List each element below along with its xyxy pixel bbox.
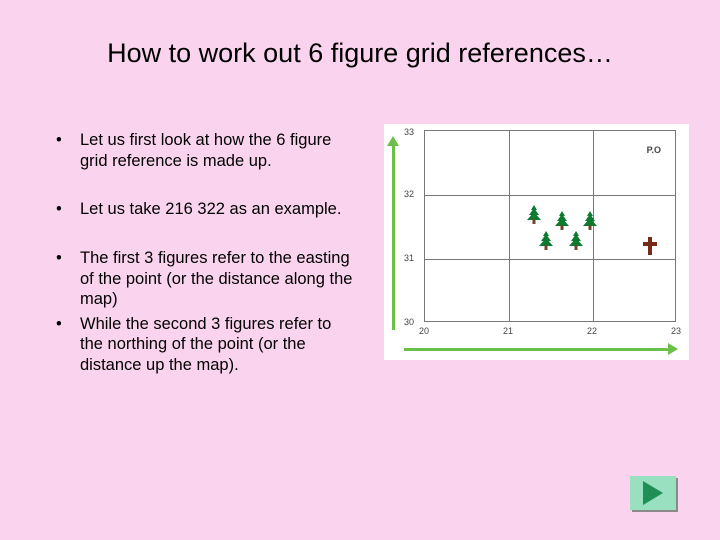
y-axis-label: 30 (404, 317, 414, 327)
y-axis-label: 32 (404, 189, 414, 199)
tree-icon (583, 211, 597, 231)
bullet-item: While the second 3 figures refer to the … (56, 314, 356, 376)
y-axis-label: 31 (404, 253, 414, 263)
tree-icon (527, 205, 541, 225)
y-axis-label: 33 (404, 127, 414, 137)
cross-icon (643, 237, 657, 255)
tree-icon (569, 231, 583, 251)
po-label: P.O (647, 145, 661, 155)
tree-icon (539, 231, 553, 251)
grid-figure: 33 32 31 30 20 21 22 23 P.O (384, 124, 689, 360)
next-button[interactable] (630, 476, 676, 510)
northing-arrow-icon (388, 136, 400, 330)
bullet-item: Let us first look at how the 6 figure gr… (56, 130, 356, 171)
bullet-list: Let us first look at how the 6 figure gr… (56, 130, 356, 404)
easting-arrow-icon (404, 344, 678, 356)
tree-icon (555, 211, 569, 231)
x-axis-label: 21 (503, 326, 513, 336)
map-grid: P.O (424, 130, 676, 322)
bullet-item: The first 3 figures refer to the easting… (56, 248, 356, 310)
page-title: How to work out 6 figure grid references… (0, 38, 720, 69)
x-axis-label: 23 (671, 326, 681, 336)
bullet-item: Let us take 216 322 as an example. (56, 199, 356, 220)
x-axis-label: 22 (587, 326, 597, 336)
play-icon (643, 481, 663, 505)
x-axis-label: 20 (419, 326, 429, 336)
